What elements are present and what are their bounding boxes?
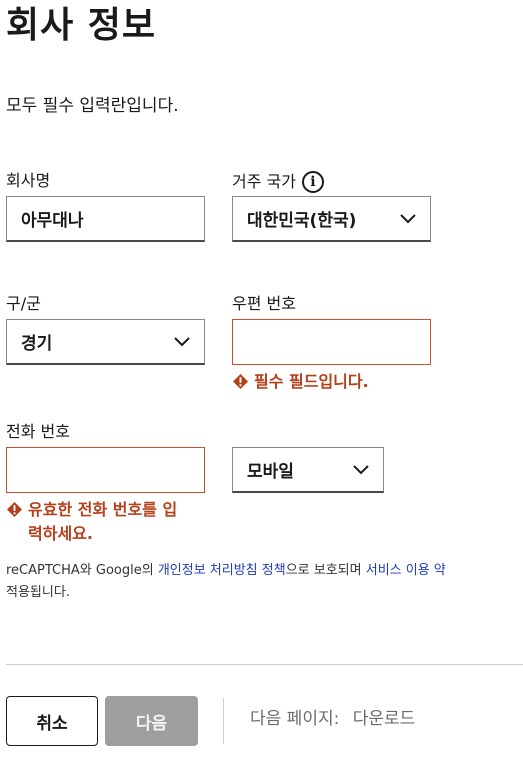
chevron-down-icon <box>174 334 190 350</box>
chevron-down-icon <box>400 211 416 227</box>
postal-code-input[interactable] <box>232 319 431 365</box>
required-note: 모두 필수 입력란입니다. <box>6 96 179 116</box>
legal-text-3: 적용됩니다. <box>6 585 70 600</box>
phone-label: 전화 번호 <box>6 422 70 441</box>
postal-code-error-text: 필수 필드입니다. <box>254 372 369 391</box>
next-page-value: 다운로드 <box>352 709 416 729</box>
info-icon[interactable]: i <box>301 171 324 193</box>
divider <box>6 664 523 665</box>
phone-input[interactable] <box>6 447 205 493</box>
next-page-label: 다음 페이지: <box>250 709 340 729</box>
page-title: 회사 정보 <box>6 5 157 46</box>
phone-error-text: 유효한 전화 번호를 입 력하세요. <box>28 498 177 546</box>
country-label: 거주 국가 <box>232 172 296 191</box>
chevron-down-icon <box>353 462 369 478</box>
company-name-value: 아무대나 <box>21 211 84 231</box>
next-page-info: 다음 페이지: 다운로드 <box>250 707 415 731</box>
country-label-row: 거주 국가 i <box>232 171 324 193</box>
postal-code-error: 필수 필드입니다. <box>233 370 369 394</box>
cancel-button[interactable]: 취소 <box>6 696 98 746</box>
privacy-policy-link[interactable]: 개인정보 처리방침 정책 <box>158 563 286 578</box>
terms-link[interactable]: 서비스 이용 약 <box>366 563 446 578</box>
district-select[interactable]: 경기 <box>6 319 205 365</box>
country-value: 대한민국(한국) <box>247 211 357 231</box>
postal-code-label: 우편 번호 <box>232 294 296 313</box>
company-name-label: 회사명 <box>6 171 51 190</box>
company-name-input[interactable]: 아무대나 <box>6 196 205 242</box>
phone-error-line2: 력하세요. <box>28 524 93 543</box>
phone-type-select[interactable]: 모바일 <box>232 447 384 493</box>
legal-text-2: 으로 보호되며 <box>285 563 366 578</box>
next-button[interactable]: 다음 <box>105 696 198 746</box>
phone-error-line1: 유효한 전화 번호를 입 <box>28 500 178 519</box>
vertical-divider <box>223 698 224 744</box>
phone-error: 유효한 전화 번호를 입 력하세요. <box>7 498 217 546</box>
error-icon <box>7 502 22 517</box>
phone-type-value: 모바일 <box>247 462 294 482</box>
recaptcha-notice: reCAPTCHA와 Google의 개인정보 처리방침 정책으로 보호되며 서… <box>6 560 523 604</box>
error-icon <box>233 374 248 389</box>
legal-text-1: reCAPTCHA와 Google의 <box>6 563 158 578</box>
district-value: 경기 <box>21 334 53 354</box>
country-select[interactable]: 대한민국(한국) <box>232 196 431 242</box>
district-label: 구/군 <box>6 294 41 313</box>
